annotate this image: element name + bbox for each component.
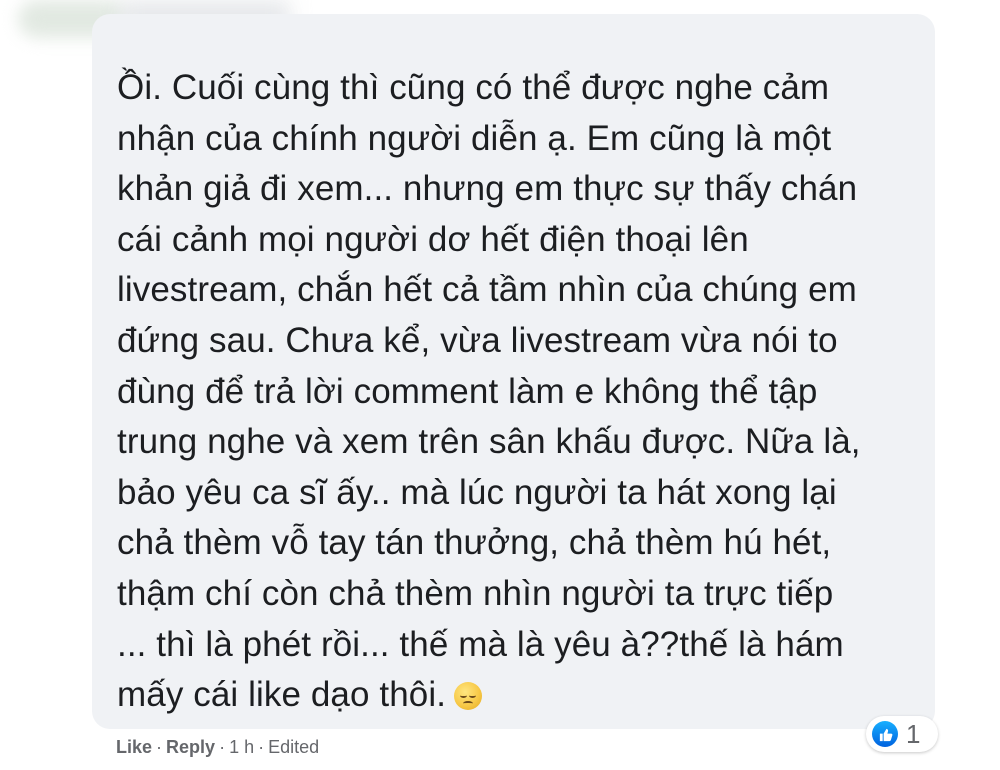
comment-timestamp[interactable]: 1 h (229, 737, 254, 757)
comment-line: nhận của chính người diễn ạ. Em cũng là … (117, 118, 832, 158)
comment-body: Ồi. Cuối cùng thì cũng có thể được nghe … (117, 63, 927, 721)
comment-line: cái cảnh mọi người dơ hết điện thoại lên (117, 219, 749, 259)
like-icon (872, 721, 898, 747)
edited-label[interactable]: Edited (268, 737, 319, 757)
comment-screenshot: Ồi. Cuối cùng thì cũng có thể được nghe … (0, 0, 1000, 770)
reaction-summary[interactable]: 1 (866, 716, 938, 752)
comment-line-text: mấy cái like dạo thôi. (117, 675, 447, 715)
comment-line: ... thì là phét rồi... thế mà là yêu à??… (117, 624, 844, 664)
comment-line: đùng để trả lời comment làm e không thể … (117, 371, 818, 411)
comment-last-line: mấy cái like dạo thôi. (117, 670, 927, 721)
reaction-count: 1 (906, 718, 921, 749)
comment-line: thậm chí còn chả thèm nhìn người ta trực… (117, 573, 834, 613)
separator-dot: · (258, 737, 265, 757)
pensive-face-icon (454, 682, 483, 711)
like-button[interactable]: Like (116, 737, 152, 757)
comment-line: khản giả đi xem... nhưng em thực sự thấy… (117, 169, 858, 209)
separator-dot: · (156, 737, 163, 757)
comment-line: bảo yêu ca sĩ ấy.. mà lúc người ta hát x… (117, 472, 837, 512)
separator-dot: · (219, 737, 226, 757)
reply-button[interactable]: Reply (166, 737, 215, 757)
comment-actions: Like · Reply · 1 h · Edited (116, 737, 319, 758)
comment-line: Ồi. Cuối cùng thì cũng có thể được nghe … (117, 68, 830, 107)
comment-line: đứng sau. Chưa kể, vừa livestream vừa nó… (117, 320, 838, 360)
comment-line: livestream, chắn hết cả tầm nhìn của chú… (117, 270, 857, 310)
comment-line: chả thèm vỗ tay tán thưởng, chả thèm hú … (117, 523, 832, 563)
comment-line: trung nghe và xem trên sân khấu được. Nữ… (117, 422, 861, 462)
